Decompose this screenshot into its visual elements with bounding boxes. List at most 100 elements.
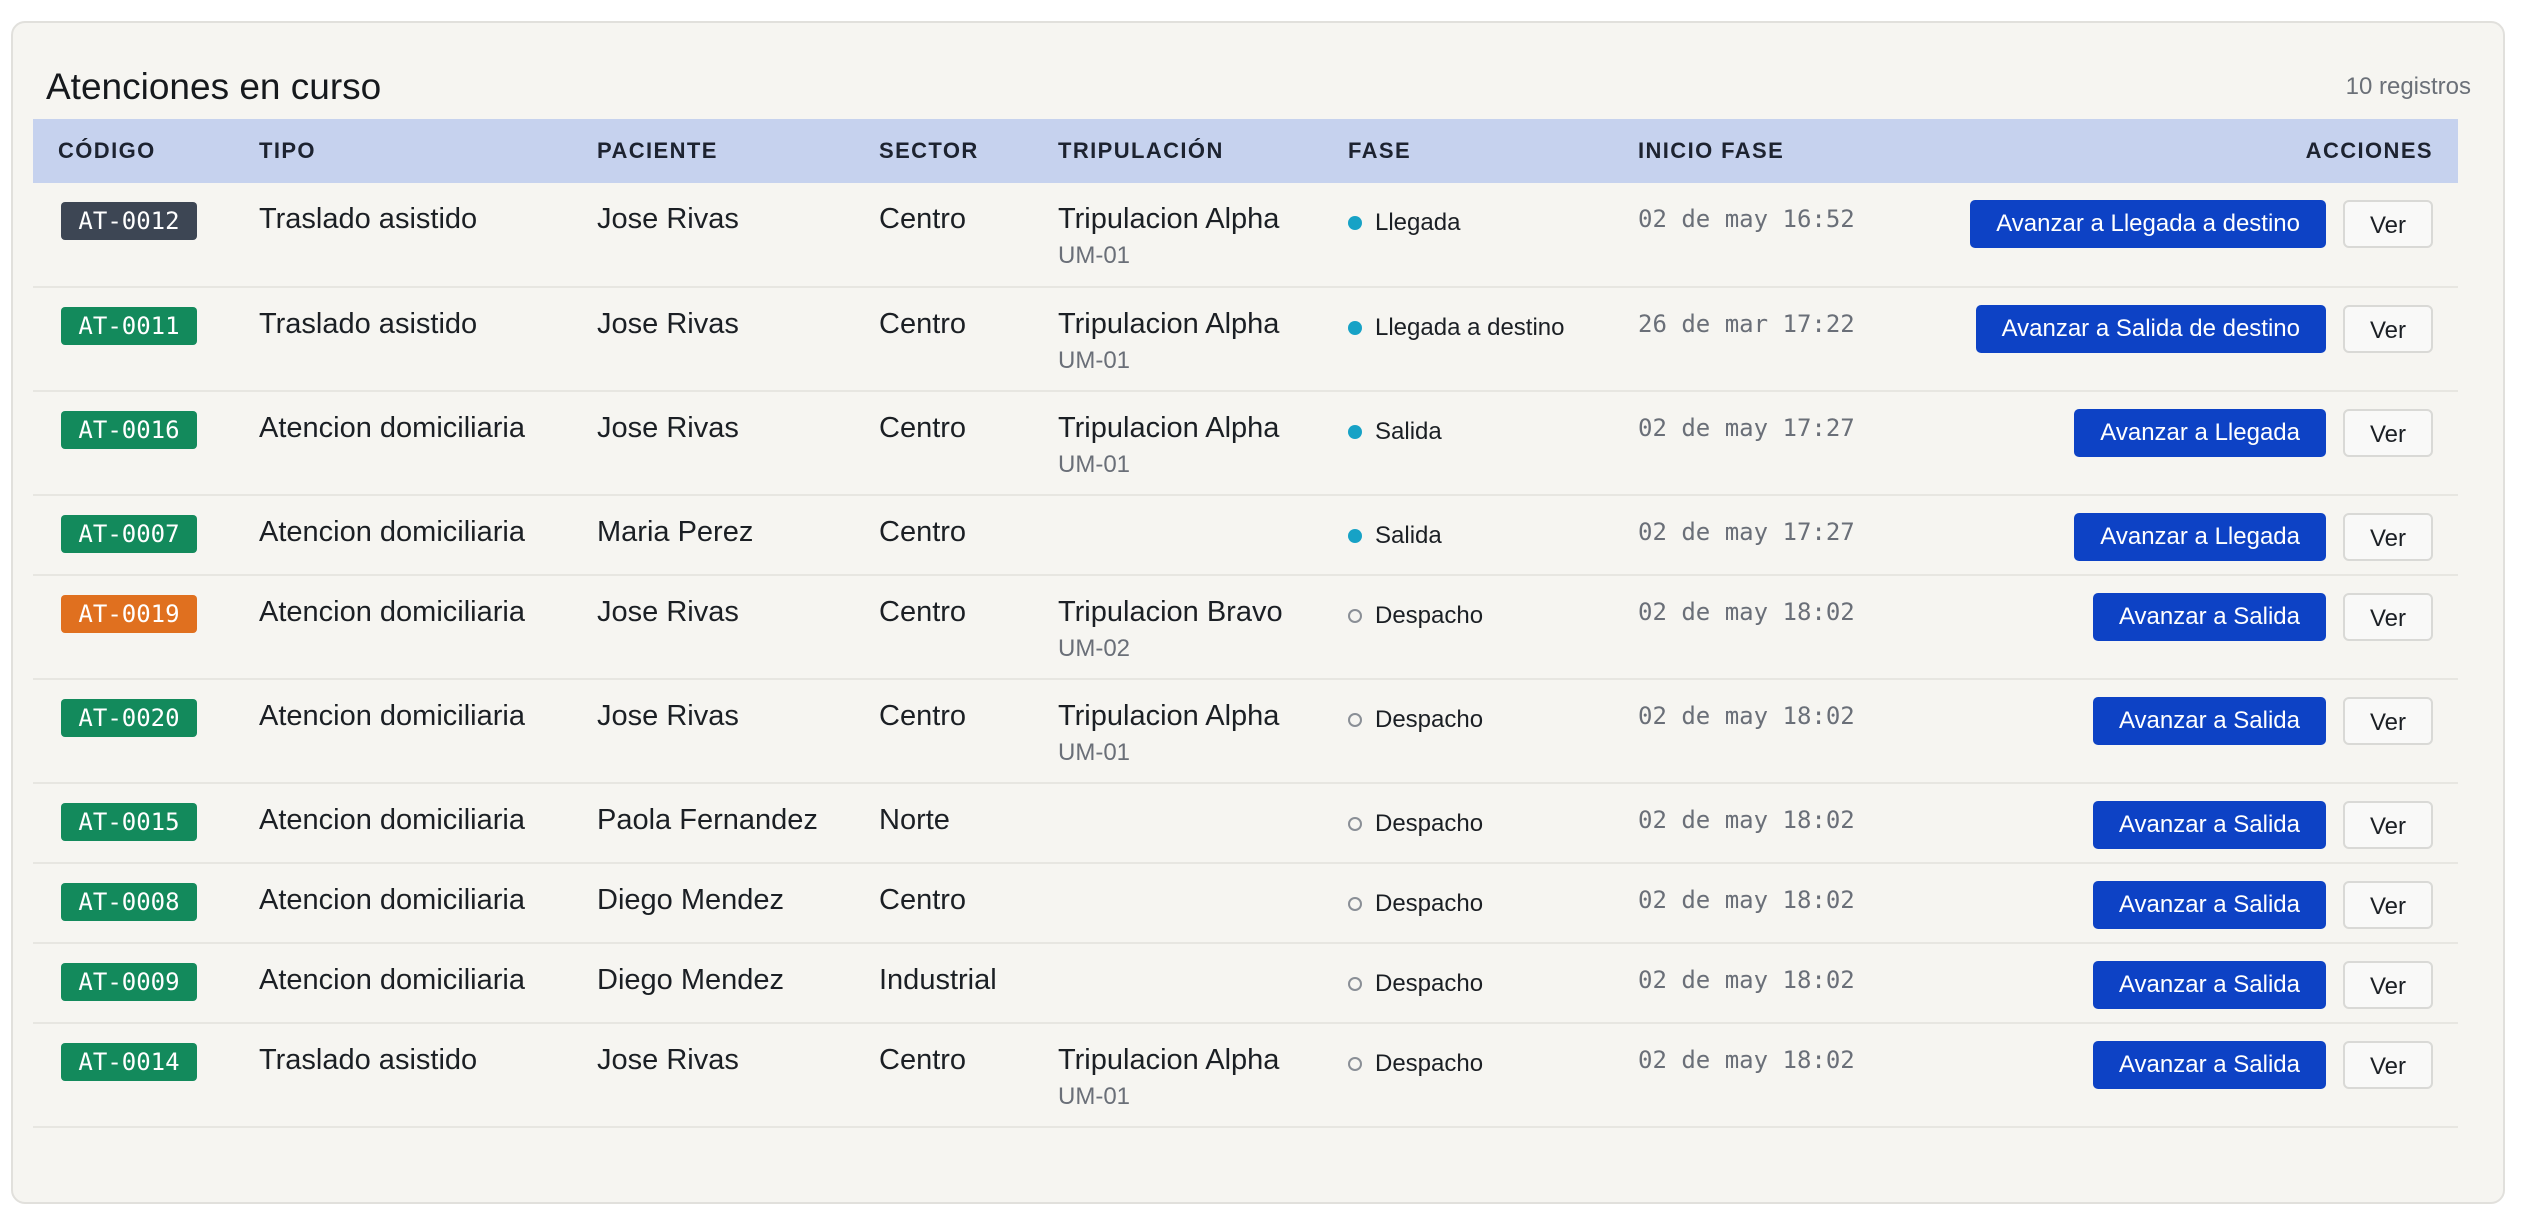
code-badge: AT-0019	[61, 595, 197, 633]
crew-name: Tripulacion Alpha	[1058, 203, 1280, 235]
view-button[interactable]: Ver	[2343, 1041, 2433, 1089]
phase-pending-dot-icon	[1348, 817, 1362, 831]
phase-cell: Despacho	[1348, 680, 1638, 734]
patient-cell: Jose Rivas	[597, 1044, 739, 1076]
phase-start-time: 02 de may 17:27	[1638, 518, 1855, 546]
advance-phase-button[interactable]: Avanzar a Llegada a destino	[1970, 200, 2326, 248]
crew-cell: Tripulacion Alpha UM-01	[1058, 392, 1348, 479]
table-row: AT-0015 Atencion domiciliaria Paola Fernan…	[33, 783, 2458, 863]
card-header: Atenciones en curso 10 registros	[46, 61, 2471, 113]
row-actions: Avanzar a Salida Ver	[1898, 1024, 2458, 1089]
advance-phase-button[interactable]: Avanzar a Salida	[2092, 881, 2326, 929]
phase-cell: Llegada a destino	[1348, 288, 1638, 342]
attentions-table: CÓDIGO TIPO PACIENTE SECTOR TRIPULACIÓN …	[33, 119, 2458, 1128]
view-button[interactable]: Ver	[2343, 409, 2433, 457]
sector-cell: Centro	[879, 700, 967, 732]
table-row: AT-0011 Traslado asistido Jose Rivas Centro…	[33, 287, 2458, 391]
phase-pending-dot-icon	[1348, 609, 1362, 623]
advance-phase-button[interactable]: Avanzar a Llegada	[2074, 513, 2326, 561]
unit-code: UM-02	[1058, 635, 1131, 662]
phase-cell: Llegada	[1348, 183, 1638, 237]
crew-cell: Tripulacion Alpha UM-01	[1058, 288, 1348, 375]
type-cell: Atencion domiciliaria	[259, 884, 525, 916]
unit-code: UM-01	[1058, 347, 1131, 374]
view-button[interactable]: Ver	[2343, 961, 2433, 1009]
patient-cell: Diego Mendez	[597, 884, 784, 916]
unit-code: UM-01	[1058, 451, 1131, 478]
sector-cell: Centro	[879, 596, 967, 628]
crew-cell	[1058, 944, 1348, 964]
type-cell: Atencion domiciliaria	[259, 412, 525, 444]
col-header-type: TIPO	[259, 138, 316, 163]
col-header-sector: SECTOR	[879, 138, 979, 163]
col-header-phase: FASE	[1348, 138, 1412, 163]
row-actions: Avanzar a Salida Ver	[1898, 784, 2458, 849]
advance-phase-button[interactable]: Avanzar a Salida	[2092, 961, 2326, 1009]
advance-phase-button[interactable]: Avanzar a Salida	[2092, 801, 2326, 849]
phase-label: Despacho	[1375, 706, 1484, 733]
col-header-crew: TRIPULACIÓN	[1058, 138, 1224, 163]
view-button[interactable]: Ver	[2343, 593, 2433, 641]
view-button[interactable]: Ver	[2343, 305, 2433, 353]
type-cell: Atencion domiciliaria	[259, 964, 525, 996]
record-count: 10 registros	[2345, 73, 2471, 100]
code-badge: AT-0009	[61, 963, 197, 1001]
col-header-code: CÓDIGO	[58, 138, 156, 163]
phase-cell: Despacho	[1348, 864, 1638, 918]
table-row: AT-0019 Atencion domiciliaria Jose Rivas Ce…	[33, 575, 2458, 679]
view-button[interactable]: Ver	[2343, 801, 2433, 849]
phase-active-dot-icon	[1348, 216, 1362, 230]
row-actions: Avanzar a Salida Ver	[1898, 944, 2458, 1009]
advance-phase-button[interactable]: Avanzar a Salida	[2092, 1041, 2326, 1089]
view-button[interactable]: Ver	[2343, 513, 2433, 561]
sector-cell: Centro	[879, 308, 967, 340]
crew-cell: Tripulacion Alpha UM-01	[1058, 183, 1348, 270]
phase-start-time: 02 de may 16:52	[1638, 205, 1855, 233]
phase-start-time: 02 de may 18:02	[1638, 806, 1855, 834]
row-actions: Avanzar a Salida Ver	[1898, 864, 2458, 929]
advance-phase-button[interactable]: Avanzar a Salida	[2092, 697, 2326, 745]
view-button[interactable]: Ver	[2343, 881, 2433, 929]
phase-label: Despacho	[1375, 970, 1484, 997]
phase-cell: Salida	[1348, 392, 1638, 446]
unit-code: UM-01	[1058, 739, 1131, 766]
sector-cell: Centro	[879, 412, 967, 444]
advance-phase-button[interactable]: Avanzar a Salida	[2092, 593, 2326, 641]
view-button[interactable]: Ver	[2343, 697, 2433, 745]
phase-label: Despacho	[1375, 810, 1484, 837]
phase-start-time: 02 de may 18:02	[1638, 598, 1855, 626]
sector-cell: Industrial	[879, 964, 997, 996]
sector-cell: Centro	[879, 203, 967, 235]
type-cell: Atencion domiciliaria	[259, 516, 525, 548]
code-badge: AT-0016	[61, 411, 197, 449]
table-row: AT-0008 Atencion domiciliaria Diego Mendez…	[33, 863, 2458, 943]
phase-cell: Despacho	[1348, 944, 1638, 998]
phase-active-dot-icon	[1348, 321, 1362, 335]
table-row: AT-0012 Traslado asistido Jose Rivas Centro…	[33, 183, 2458, 287]
advance-phase-button[interactable]: Avanzar a Llegada	[2074, 409, 2326, 457]
table-row: AT-0020 Atencion domiciliaria Jose Rivas Ce…	[33, 679, 2458, 783]
crew-name: Tripulacion Alpha	[1058, 308, 1280, 340]
page-title: Atenciones en curso	[46, 66, 382, 107]
sector-cell: Centro	[879, 516, 967, 548]
patient-cell: Jose Rivas	[597, 203, 739, 235]
phase-label: Despacho	[1375, 1050, 1484, 1077]
phase-cell: Salida	[1348, 496, 1638, 550]
phase-start-time: 02 de may 18:02	[1638, 886, 1855, 914]
patient-cell: Maria Perez	[597, 516, 754, 548]
code-badge: AT-0015	[61, 803, 197, 841]
patient-cell: Jose Rivas	[597, 412, 739, 444]
advance-phase-button[interactable]: Avanzar a Salida de destino	[1975, 305, 2326, 353]
phase-label: Despacho	[1375, 602, 1484, 629]
crew-name: Tripulacion Bravo	[1058, 596, 1283, 628]
phase-pending-dot-icon	[1348, 897, 1362, 911]
row-actions: Avanzar a Salida Ver	[1898, 680, 2458, 745]
phase-start-time: 02 de may 17:27	[1638, 414, 1855, 442]
phase-start-time: 02 de may 18:02	[1638, 966, 1855, 994]
phase-pending-dot-icon	[1348, 1057, 1362, 1071]
phase-label: Despacho	[1375, 890, 1484, 917]
code-badge: AT-0007	[61, 515, 197, 553]
table-row: AT-0007 Atencion domiciliaria Maria Perez C…	[33, 495, 2458, 575]
crew-cell	[1058, 784, 1348, 804]
view-button[interactable]: Ver	[2343, 200, 2433, 248]
